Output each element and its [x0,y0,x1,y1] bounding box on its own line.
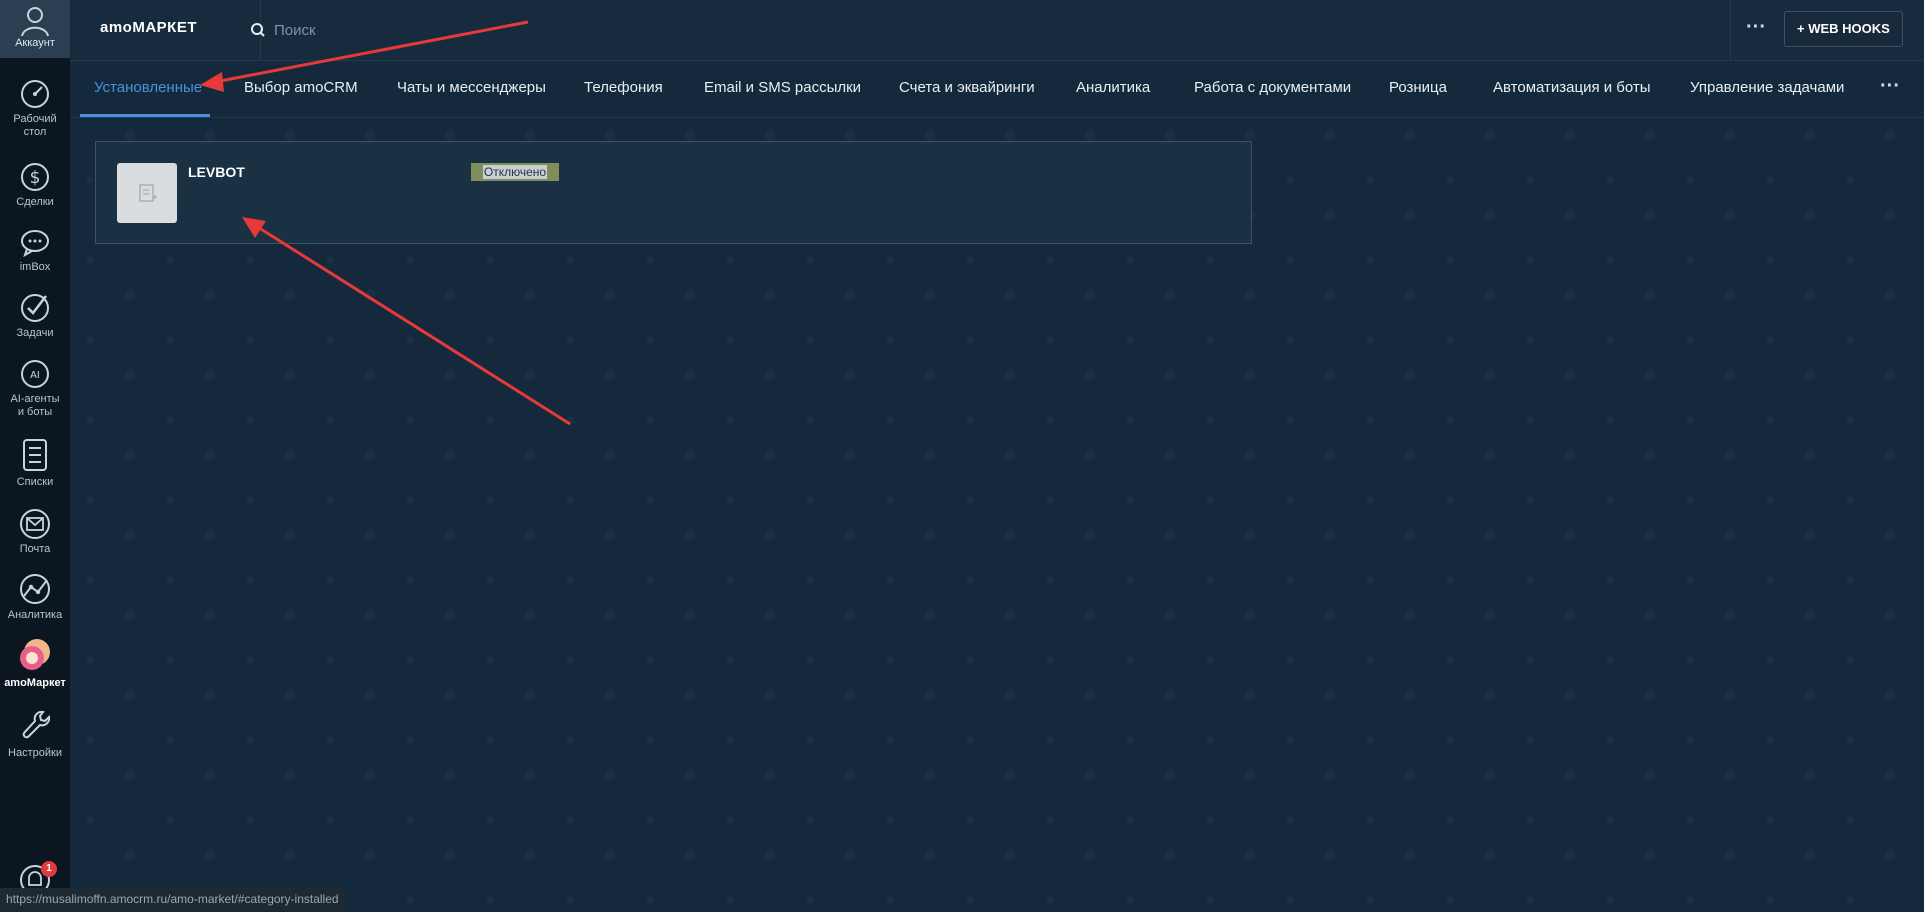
account-avatar-icon [21,7,49,37]
svg-text:$: $ [30,168,41,188]
sidebar-item-label: Задачи [16,327,54,339]
sidebar-item-settings[interactable]: Настройки [0,708,70,760]
chat-icon [21,230,49,258]
document-placeholder-icon [139,184,157,202]
dashboard-icon [21,80,49,108]
sidebar-item-label: стол [23,126,47,138]
active-tab-indicator [80,114,210,117]
add-webhooks-button[interactable]: + WEB HOOKS [1784,11,1903,47]
market-icon [20,639,50,670]
tab-amocrm-choice[interactable]: Выбор amoCRM [244,61,358,117]
sidebar-item-mail[interactable]: Почта [0,507,70,556]
sidebar-item-label: и боты [17,406,53,418]
sidebar-item-deals[interactable]: $ Сделки [0,157,70,209]
brand-title: amoМАРКЕТ [70,0,261,60]
sidebar-item-analytics[interactable]: Аналитика [0,572,70,622]
widget-logo [117,163,177,223]
topbar: amoМАРКЕТ ··· + WEB HOOKS [70,0,1924,61]
svg-text:AI: AI [30,370,40,381]
tab-documents[interactable]: Работа с документами [1194,61,1351,117]
deals-icon: $ [21,163,49,191]
search-input[interactable] [272,20,776,40]
tab-retail[interactable]: Розница [1389,61,1447,117]
tab-telephony[interactable]: Телефония [584,61,663,117]
sidebar-item-label: Почта [19,543,51,555]
analytics-icon [20,574,50,604]
sidebar-item-lists[interactable]: Списки [0,437,70,489]
left-sidebar: Аккаунт Рабочий стол $ Сделки imBox Зада… [0,0,71,911]
sidebar-item-tasks[interactable]: Задачи [0,290,70,340]
tab-automation-bots[interactable]: Автоматизация и боты [1493,61,1651,117]
status-badge-text: Отключено [482,165,548,179]
lists-icon [23,439,47,471]
sidebar-item-dashboard[interactable]: Рабочий стол [0,78,70,139]
status-bar-url: https://musalimoffn.amocrm.ru/amo-market… [0,888,345,911]
notifications-badge: 1 [41,861,57,877]
account-button[interactable]: Аккаунт [0,0,70,58]
search-bar [250,18,850,42]
main-area: amoМАРКЕТ ··· + WEB HOOKS Установленные … [70,0,1924,911]
sidebar-item-label: Настройки [8,747,62,759]
more-menu-button[interactable]: ··· [1730,0,1781,60]
category-tabs: Установленные Выбор amoCRM Чаты и мессен… [70,61,1924,118]
status-badge: Отключено [471,163,559,181]
sidebar-item-label: amoМаркет [4,677,66,689]
tab-analytics[interactable]: Аналитика [1076,61,1150,117]
sidebar-item-ai-agents[interactable]: AI AI-агенты и боты [0,356,70,419]
sidebar-item-label: Списки [16,476,54,488]
tab-invoices-acquiring[interactable]: Счета и эквайринги [899,61,1035,117]
account-label: Аккаунт [15,37,55,49]
tab-email-sms[interactable]: Email и SMS рассылки [704,61,861,117]
sidebar-item-label: Рабочий [13,113,57,125]
tabs-more-button[interactable]: ··· [1880,61,1900,117]
ai-icon: AI [21,360,49,388]
sidebar-item-label: imBox [19,261,51,273]
tasks-icon [21,294,49,322]
sidebar-item-imbox[interactable]: imBox [0,226,70,274]
widget-card[interactable]: LEVBOT Отключено [95,141,1252,244]
sidebar-item-label: Сделки [16,196,54,208]
tab-task-management[interactable]: Управление задачами [1690,61,1844,117]
search-icon [251,23,265,37]
mail-icon [20,509,50,539]
widget-name: LEVBOT [188,164,245,180]
wrench-icon [22,710,51,739]
sidebar-item-label: AI-агенты [10,393,60,405]
tab-chats-messengers[interactable]: Чаты и мессенджеры [397,61,546,117]
sidebar-item-amomarket[interactable]: amoМаркет [0,638,70,690]
tab-installed[interactable]: Установленные [94,61,202,117]
sidebar-item-label: Аналитика [7,609,63,621]
